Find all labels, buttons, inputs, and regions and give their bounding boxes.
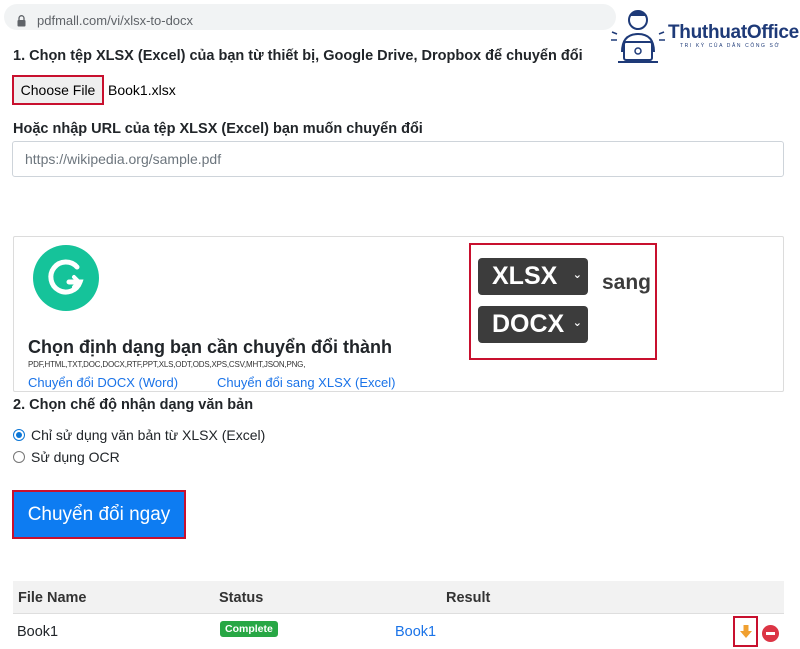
- choose-file-label: Choose File: [20, 82, 96, 98]
- ocr-option-text-only[interactable]: Chỉ sử dụng văn bản từ XLSX (Excel): [13, 427, 265, 443]
- radio-checked[interactable]: [13, 429, 25, 441]
- person-laptop-icon: [611, 10, 665, 63]
- download-arrow-icon: [739, 624, 752, 638]
- format-selector-group: XLSX ⌄ sang DOCX ⌄: [469, 243, 657, 360]
- xlsx-excel-link[interactable]: Chuyển đổi sang XLSX (Excel): [217, 375, 395, 390]
- option2-label: Sử dụng OCR: [31, 449, 120, 465]
- header-result: Result: [446, 590, 491, 606]
- header-status: Status: [219, 590, 264, 606]
- from-format-value: XLSX: [492, 262, 558, 290]
- to-format-value: DOCX: [492, 310, 565, 338]
- status-badge: Complete: [220, 621, 278, 637]
- format-card-title: Chọn định dạng bạn cần chuyển đổi thành: [28, 337, 392, 357]
- download-button[interactable]: [733, 616, 758, 647]
- to-format-select[interactable]: DOCX ⌄: [478, 306, 588, 343]
- step1-label: 1. Chọn tệp XLSX (Excel) của bạn từ thiế…: [13, 48, 583, 64]
- lock-icon: [17, 15, 26, 27]
- logo-tagline: TRI KỲ CỦA DÂN CÔNG SỞ: [680, 43, 781, 49]
- chevron-down-icon: ⌄: [572, 317, 582, 329]
- from-format-select[interactable]: XLSX ⌄: [478, 258, 588, 295]
- format-card: Chọn định dạng bạn cần chuyển đổi thành …: [13, 236, 784, 392]
- row-file-name: Book1: [17, 624, 59, 640]
- supported-formats: PDF,HTML,TXT,DOC,DOCX,RTF,PPT,XLS,ODT,OD…: [28, 360, 306, 369]
- selected-file-name: Book1.xlsx: [108, 82, 176, 98]
- thuthuatoffice-logo: ThuthuatOffice TRI KỲ CỦA DÂN CÔNG SỞ: [608, 2, 800, 68]
- table-row: Book1 Complete Book1: [13, 615, 784, 649]
- radio-unchecked[interactable]: [13, 451, 25, 463]
- logo-name: ThuthuatOffice: [668, 22, 799, 43]
- remove-icon[interactable]: [762, 625, 779, 642]
- docx-word-link[interactable]: Chuyển đổi DOCX (Word): [28, 375, 178, 390]
- convert-button-label: Chuyển đổi ngay: [27, 503, 171, 525]
- url-input[interactable]: [12, 141, 784, 177]
- ocr-option-ocr[interactable]: Sử dụng OCR: [13, 449, 120, 465]
- option1-label: Chỉ sử dụng văn bản từ XLSX (Excel): [31, 427, 266, 443]
- url-label: Hoặc nhập URL của tệp XLSX (Excel) bạn m…: [13, 121, 423, 137]
- results-table-header: File Name Status Result: [13, 581, 784, 614]
- format-connector: sang: [602, 271, 652, 294]
- chevron-down-icon: ⌄: [572, 269, 582, 281]
- choose-file-button[interactable]: Choose File: [12, 75, 104, 105]
- header-file-name: File Name: [18, 590, 87, 606]
- url-text: pdfmall.com/vi/xlsx-to-docx: [37, 13, 194, 28]
- convert-now-button[interactable]: Chuyển đổi ngay: [12, 490, 186, 539]
- result-link[interactable]: Book1: [395, 624, 436, 640]
- grammarly-icon: [33, 245, 99, 311]
- url-bar[interactable]: pdfmall.com/vi/xlsx-to-docx: [4, 4, 616, 30]
- step2-label: 2. Chọn chế độ nhận dạng văn bản: [13, 397, 254, 413]
